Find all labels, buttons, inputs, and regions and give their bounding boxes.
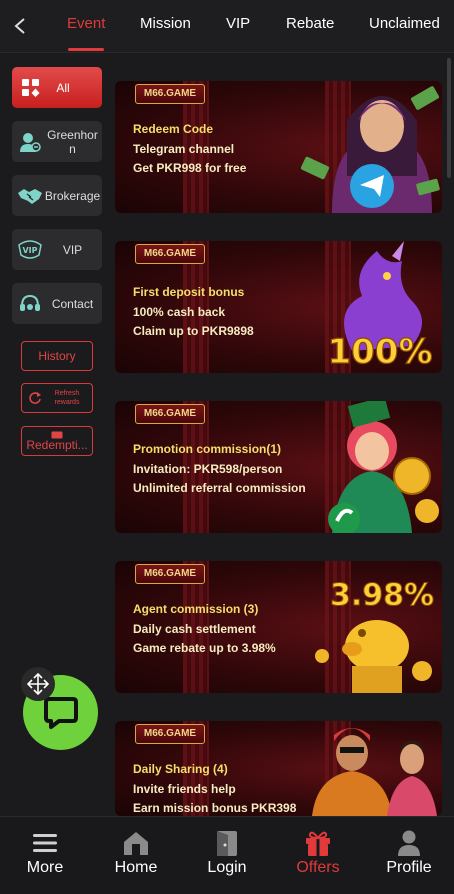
- login-door-icon: [214, 829, 240, 857]
- drag-move-handle[interactable]: [21, 667, 55, 701]
- tab-vip[interactable]: VIP: [226, 15, 250, 32]
- tab-event[interactable]: Event: [67, 15, 105, 32]
- refresh-rewards-label: Refresh rewards: [54, 390, 80, 406]
- golden-pig-art: 3.98%: [315, 578, 435, 693]
- grid-suit-icon: [18, 75, 44, 101]
- dragon-100-percent-art: 100%: [327, 241, 433, 373]
- promo-banner-redeem-code[interactable]: M66.GAME Redeem Code Telegram channel Ge…: [115, 81, 442, 213]
- refresh-icon: [29, 392, 41, 404]
- promo-banner-agent-commission[interactable]: M66.GAME Agent commission (3) Daily cash…: [115, 561, 442, 693]
- promo-banner-first-deposit[interactable]: M66.GAME First deposit bonus 100% cash b…: [115, 241, 442, 373]
- menu-icon: [32, 829, 58, 857]
- banner-text: Agent commission (3) Daily cash settleme…: [133, 602, 276, 655]
- brand-logo: M66.GAME: [135, 404, 205, 424]
- sidebar-item-label: Greenhorn: [47, 127, 98, 156]
- banner-text: Daily Sharing (4) Invite friends help Ea…: [133, 762, 297, 815]
- nav-home[interactable]: Home: [91, 817, 181, 894]
- sidebar-item-brokerage[interactable]: Brokerage: [12, 175, 102, 216]
- chevron-left-icon: [14, 18, 25, 34]
- nav-more[interactable]: More: [0, 817, 90, 894]
- tab-rebate[interactable]: Rebate: [286, 15, 334, 32]
- home-icon: [121, 829, 151, 857]
- newbie-user-icon: [17, 129, 43, 155]
- nav-offers-label: Offers: [296, 859, 340, 876]
- nav-login[interactable]: Login: [182, 817, 272, 894]
- brand-logo: M66.GAME: [135, 84, 205, 104]
- sidebar-item-label: Brokerage: [44, 188, 101, 203]
- svg-text:VIP: VIP: [22, 246, 37, 255]
- nav-home-label: Home: [114, 859, 158, 876]
- leprechaun-girl-art: [328, 401, 439, 533]
- nav-offers[interactable]: Offers: [273, 817, 363, 894]
- brand-logo: M66.GAME: [135, 564, 205, 584]
- brand-logo: M66.GAME: [135, 244, 205, 264]
- sidebar-item-label: VIP: [62, 242, 83, 257]
- sidebar-item-label: Contact: [51, 296, 94, 311]
- nav-login-label: Login: [207, 859, 247, 876]
- telegram-character-art: [300, 86, 440, 213]
- nav-more-label: More: [26, 859, 64, 876]
- redemption-button[interactable]: Redempti...: [21, 426, 93, 456]
- top-navigation: Event Mission VIP Rebate Unclaimed: [0, 0, 454, 53]
- sidebar-item-greenhorn[interactable]: Greenhorn: [12, 121, 102, 162]
- bottom-navigation: More Home Login Offers Profile: [0, 816, 454, 894]
- nav-profile[interactable]: Profile: [364, 817, 454, 894]
- vip-badge-icon: VIP: [17, 237, 43, 263]
- active-tab-indicator: [68, 48, 104, 51]
- gift-icon: [304, 829, 332, 857]
- tab-mission[interactable]: Mission: [140, 15, 191, 32]
- sidebar-item-vip[interactable]: VIP VIP: [12, 229, 102, 270]
- couple-characters-art: [312, 728, 437, 816]
- nav-profile-label: Profile: [386, 859, 432, 876]
- brand-logo: M66.GAME: [135, 724, 205, 744]
- banner-text: First deposit bonus 100% cash back Claim…: [133, 285, 254, 338]
- sidebar-item-all[interactable]: All: [12, 67, 102, 108]
- move-arrows-icon: [26, 672, 50, 696]
- tab-unclaimed[interactable]: Unclaimed: [369, 15, 440, 32]
- history-button[interactable]: History: [21, 341, 93, 371]
- headset-icon: [17, 291, 43, 317]
- chat-bubble-icon: [43, 696, 78, 729]
- sidebar-item-contact[interactable]: Contact: [12, 283, 102, 324]
- profile-icon: [397, 829, 421, 857]
- sidebar-item-label: All: [56, 80, 70, 95]
- redemption-label: Redempti...: [26, 437, 88, 452]
- promo-banner-daily-sharing[interactable]: M66.GAME Daily Sharing (4) Invite friend…: [115, 721, 442, 816]
- handshake-icon: [17, 183, 43, 209]
- back-button[interactable]: [8, 12, 32, 40]
- promo-banner-promotion-commission[interactable]: M66.GAME Promotion commission(1) Invitat…: [115, 401, 442, 533]
- banner-text: Redeem Code Telegram channel Get PKR998 …: [133, 122, 247, 175]
- rebate-percent-text: 3.98%: [330, 578, 434, 613]
- hundred-percent-text: 100%: [327, 332, 432, 372]
- banner-text: Promotion commission(1) Invitation: PKR5…: [133, 442, 306, 495]
- scrollbar[interactable]: [447, 58, 451, 178]
- refresh-rewards-button[interactable]: Refresh rewards: [21, 383, 93, 413]
